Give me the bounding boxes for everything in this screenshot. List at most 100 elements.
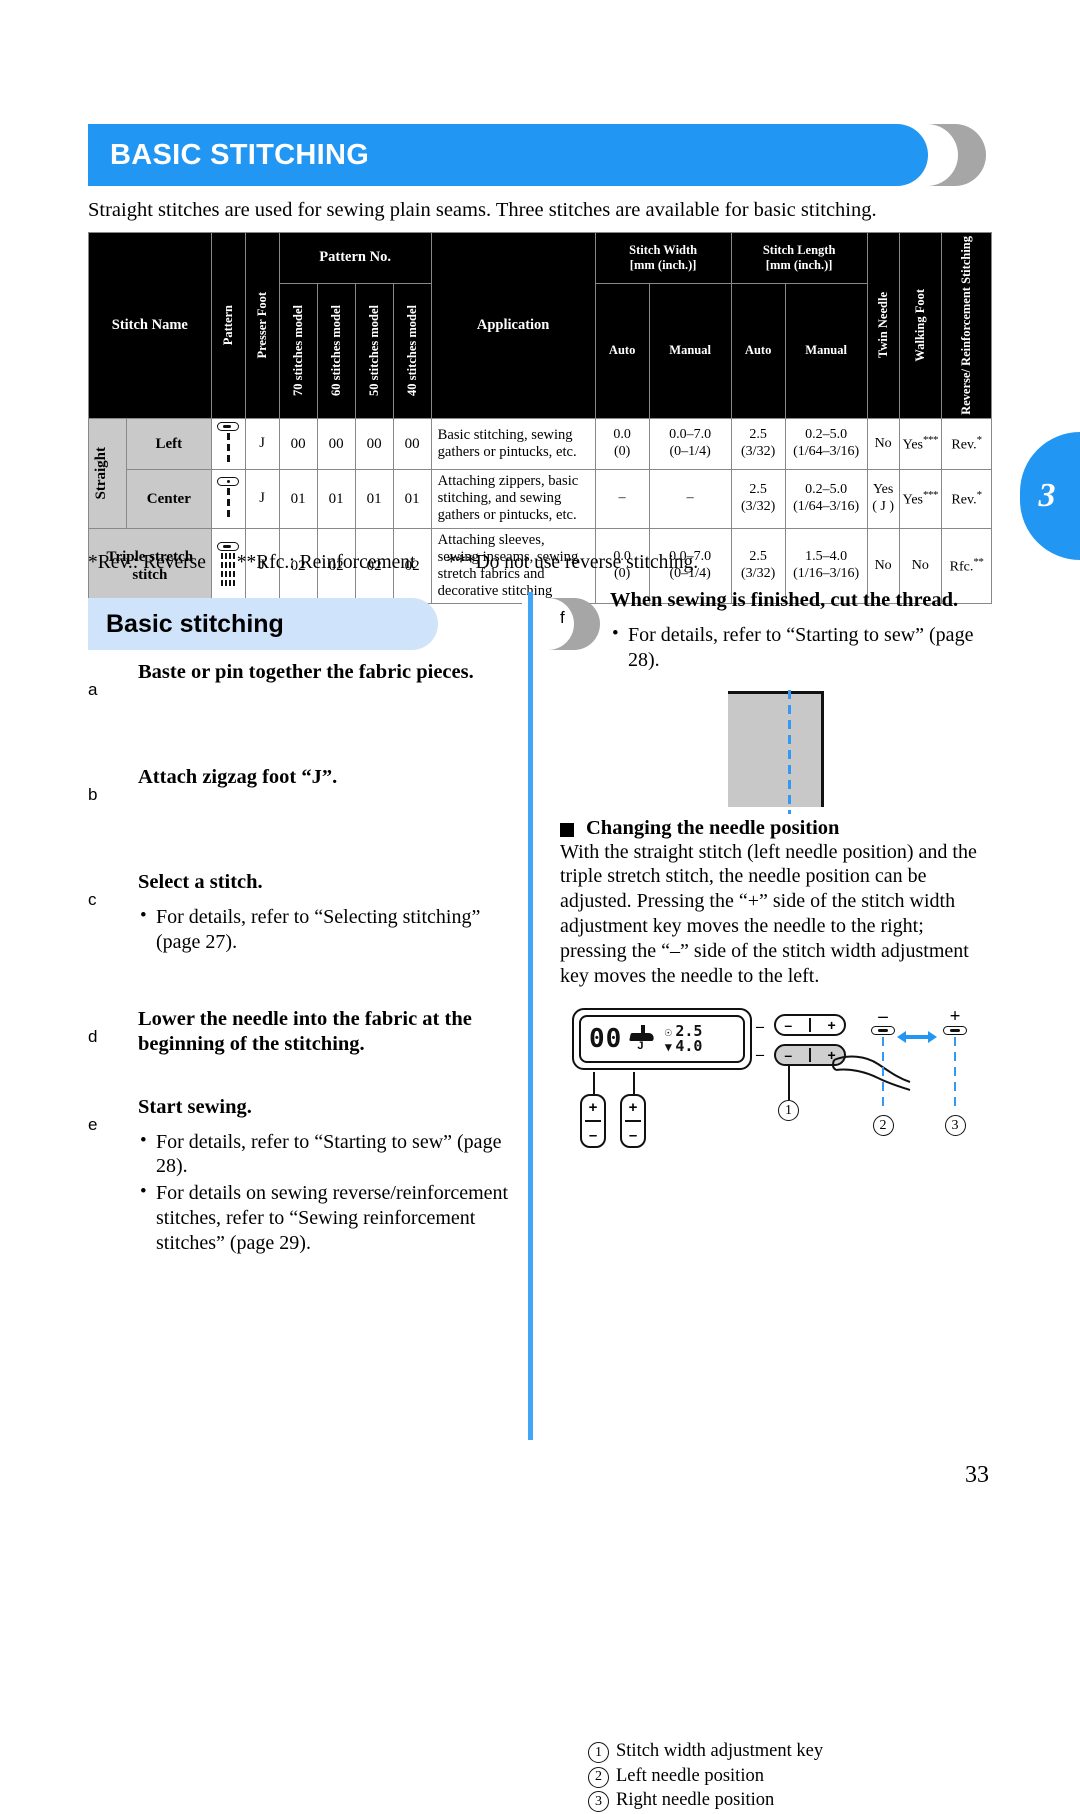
- table-footnotes: *Rev.: Reverse **Rfc.: Reinforcement ***…: [88, 552, 988, 574]
- th-model-60: 60 stitches model: [316, 282, 356, 419]
- th-model-40: 40 stitches model: [392, 282, 432, 419]
- double-arrow-icon: [897, 1031, 937, 1044]
- step-bullets: For details, refer to “Starting to sew” …: [610, 622, 990, 673]
- lcd-stem-left: [593, 1072, 595, 1095]
- stitch-length-adjust-key[interactable]: + –: [580, 1094, 606, 1149]
- page-number: 33: [965, 1462, 989, 1488]
- cell-length-manual: 0.2–5.0 (1/64–3/16): [784, 417, 868, 470]
- upper-adjust-key[interactable]: – +: [774, 1014, 846, 1037]
- divider-line: [585, 1120, 601, 1123]
- th-width-auto: Auto: [594, 282, 650, 419]
- step-b: b Attach zigzag foot “J”.: [88, 765, 518, 804]
- cell-twin-needle: No: [866, 417, 900, 470]
- callout-number: 2: [872, 1115, 894, 1137]
- step-marker: d: [88, 1026, 98, 1046]
- divider-line: [808, 1048, 811, 1063]
- th-stitch-width: Stitch Width [mm (inch.)]: [594, 232, 732, 284]
- cell-pattern-no-70: 01: [278, 468, 318, 529]
- right-column: f When sewing is finished, cut the threa…: [560, 588, 990, 1813]
- section-heading-banner: Basic stitching: [88, 598, 600, 650]
- cell-application: Attaching zippers, basic stitching, and …: [430, 468, 596, 529]
- th-reverse-reinforcement: Reverse/ Reinforcement Stitching: [941, 232, 992, 419]
- callout-1: 1: [778, 1100, 799, 1122]
- plus-sign: +: [588, 1098, 598, 1116]
- bullet-item: For details, refer to “Starting to sew” …: [610, 622, 990, 673]
- page-title: BASIC STITCHING: [110, 138, 370, 171]
- straight-center-stitch-icon: [215, 476, 242, 521]
- step-f: f When sewing is finished, cut the threa…: [560, 588, 990, 673]
- lcd-screen: 00 J ☉ 2.5 ▼ 4.0: [579, 1015, 745, 1064]
- step-c: c Select a stitch. For details, refer to…: [88, 870, 518, 955]
- step-e: e Start sewing. For details, refer to “S…: [88, 1095, 518, 1256]
- cell-pattern-no-40: 01: [392, 468, 432, 529]
- banner-bar: BASIC STITCHING: [88, 124, 928, 186]
- bullet-item: For details on sewing reverse/reinforcem…: [138, 1180, 518, 1255]
- cell-length-auto: 2.5 (3/32): [730, 417, 786, 470]
- stitch-line-icon: [227, 487, 230, 521]
- step-bullets: For details, refer to “Starting to sew” …: [138, 1129, 518, 1256]
- cell-length-auto: 2.5 (3/32): [730, 468, 786, 529]
- legend-text: Left needle position: [616, 1765, 764, 1786]
- machine-diagram: 00 J ☉ 2.5 ▼ 4.0 + – + – – – – + – + 1 –…: [560, 1002, 980, 1162]
- column-divider: [528, 592, 533, 1440]
- step-title: Attach zigzag foot “J”.: [138, 766, 338, 788]
- legend-item: 3 Right needle position: [588, 1789, 1008, 1813]
- th-length-manual: Manual: [784, 282, 868, 419]
- cell-reverse: Rev.*: [941, 468, 992, 529]
- needle-plate-icon: [943, 1026, 967, 1036]
- needle-plate-icon: [217, 476, 240, 486]
- th-application: Application: [430, 232, 596, 419]
- th-stitch-length: Stitch Length [mm (inch.)]: [730, 232, 868, 284]
- step-marker: e: [88, 1114, 98, 1134]
- th-presser-foot: Presser Foot: [244, 232, 280, 419]
- presser-foot-letter: J: [637, 1040, 644, 1053]
- th-walking-foot: Walking Foot: [898, 232, 943, 419]
- needle-line: [881, 1037, 885, 1110]
- callout-number: 1: [778, 1100, 799, 1122]
- lcd-stem-right: [633, 1072, 635, 1095]
- needle-plate-icon: [217, 421, 240, 431]
- step-marker: b: [88, 785, 98, 804]
- length-symbol-icon: ▼: [664, 1039, 672, 1054]
- step-title: Baste or pin together the fabric pieces.: [138, 661, 474, 683]
- step-c-spacer: [88, 973, 518, 1007]
- th-model-50: 50 stitches model: [354, 282, 394, 419]
- step-title: Select a stitch.: [138, 871, 263, 893]
- step-d-spacer: [88, 1075, 518, 1095]
- intro-paragraph: Straight stitches are used for sewing pl…: [88, 199, 877, 221]
- th-pattern-no: Pattern No.: [278, 232, 432, 284]
- cell-walking-foot: Yes***: [898, 468, 943, 529]
- cell-pattern-icon: [210, 417, 246, 470]
- stitch-line-icon: [227, 432, 230, 466]
- footnote-rev: *Rev.: Reverse: [88, 552, 206, 573]
- cell-pattern-icon: [210, 468, 246, 529]
- width-symbol-icon: ☉: [664, 1024, 672, 1039]
- divider-line: [808, 1018, 811, 1033]
- cell-width-manual: 0.0–7.0 (0–1/4): [648, 417, 732, 470]
- diagram-legend: 1 Stitch width adjustment key 2 Left nee…: [588, 1740, 1008, 1814]
- table-row: Center J 01 01 01 01 Attaching zippers, …: [89, 468, 992, 529]
- th-twin-needle: Twin Needle: [866, 232, 900, 419]
- fabric-illustration: [728, 689, 824, 814]
- step-bullets: For details, refer to “Selecting stitchi…: [138, 904, 518, 955]
- step-b-spacer: [88, 808, 518, 870]
- stitch-seam-line: [788, 689, 791, 814]
- step-title: When sewing is finished, cut the thread.: [610, 589, 959, 611]
- step-title: Lower the needle into the fabric at the …: [138, 1007, 472, 1055]
- th-length-auto: Auto: [730, 282, 786, 419]
- cell-pattern-no-60: 01: [316, 468, 356, 529]
- plus-sign: +: [949, 1006, 961, 1028]
- needle-plate-icon: [217, 542, 240, 552]
- lcd-values: ☉ 2.5 ▼ 4.0: [662, 1024, 703, 1054]
- leader-dash-top: –: [756, 1018, 764, 1036]
- cell-pattern-no-50: 00: [354, 417, 394, 470]
- stitch-specification-table: Stitch Name Pattern Presser Foot Pattern…: [88, 232, 992, 605]
- cell-pattern-no-40: 00: [392, 417, 432, 470]
- th-pattern: Pattern: [210, 232, 246, 419]
- legend-number: 3: [588, 1791, 609, 1813]
- needle-position-heading: Changing the needle position: [560, 817, 990, 840]
- stitch-width-adjust-key-secondary[interactable]: + –: [620, 1094, 646, 1149]
- cell-width-manual: –: [648, 468, 732, 529]
- right-needle-position-figure: + 3: [932, 1006, 978, 1137]
- th-stitch-name: Stitch Name: [88, 232, 212, 419]
